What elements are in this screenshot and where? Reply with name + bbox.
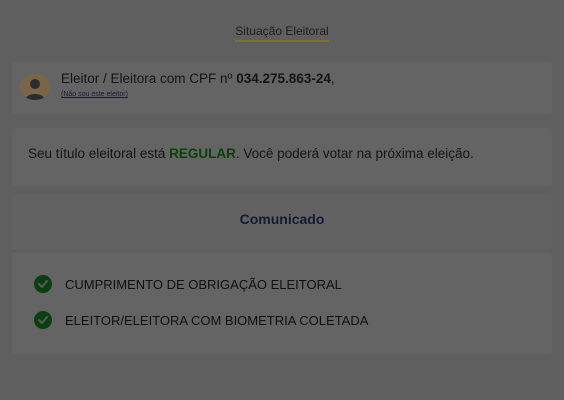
voter-cpf-line: Eleitor / Eleitora com CPF nº 034.275.86… [61,71,335,86]
notice-item-label: ELEITOR/ELEITORA COM BIOMETRIA COLETADA [65,312,369,328]
status-before: Seu título eleitoral está [28,146,170,161]
status-card: Seu título eleitoral está REGULAR. Você … [12,128,552,186]
notice-item: CUMPRIMENTO DE OBRIGAÇÃO ELEITORAL [34,274,342,294]
status-text: Seu título eleitoral está REGULAR. Você … [28,146,474,161]
page-title-text: Situação Eleitoral [235,24,329,42]
check-circle-icon [34,275,52,293]
not-this-voter-link[interactable]: (Não sou este eleitor) [61,91,128,98]
voter-prefix: Eleitor / Eleitora com CPF nº [61,71,237,86]
voter-suffix: , [330,71,335,86]
notice-title: Comunicado [239,211,325,227]
voter-card: Eleitor / Eleitora com CPF nº 034.275.86… [12,62,552,114]
status-after: . Você poderá votar na próxima eleição. [235,146,474,161]
voter-cpf: 034.275.863-24 [236,71,331,86]
user-avatar-icon [20,74,50,100]
notice-item: ELEITOR/ELEITORA COM BIOMETRIA COLETADA [34,310,368,330]
notice-item-label: CUMPRIMENTO DE OBRIGAÇÃO ELEITORAL [65,276,342,292]
check-circle-icon [34,311,52,329]
page-title: Situação Eleitoral [0,24,564,42]
notice-header: Comunicado [12,194,552,249]
status-value: REGULAR [169,146,236,161]
page: Situação Eleitoral Eleitor / Eleitora co… [0,0,564,400]
notice-list: CUMPRIMENTO DE OBRIGAÇÃO ELEITORAL ELEIT… [12,252,552,354]
